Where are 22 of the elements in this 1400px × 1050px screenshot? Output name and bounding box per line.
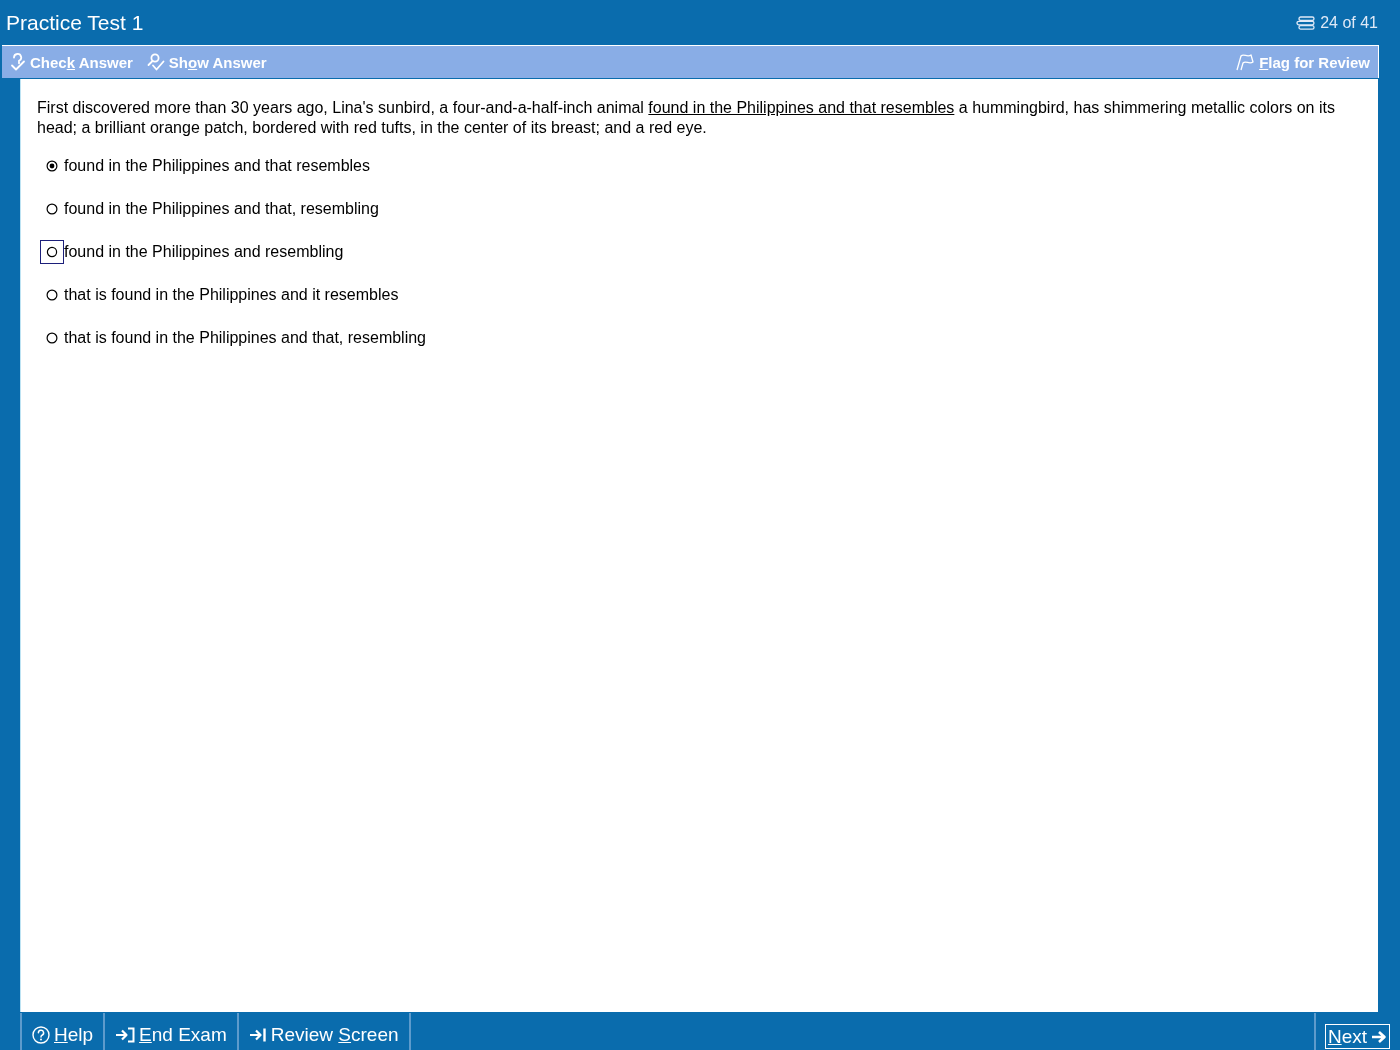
- window-title: Practice Test 1: [6, 10, 144, 35]
- stacked-pages-icon: [1296, 15, 1317, 30]
- question-check-icon: [10, 53, 26, 71]
- answer-option[interactable]: found in the Philippines and that resembles: [40, 154, 370, 178]
- radio-button-icon[interactable]: [46, 160, 58, 172]
- question-passage: First discovered more than 30 years ago, Lina's sunbird, a four-and-a-half-inch animal found in the Philippines and that resembles a hummingbird, has shimmering metallic colors on its head; a brilliant orange patch, bordered with red tufts, in the center of its breast; and a red eye.: [37, 98, 1336, 138]
- magnifier-check-icon: [146, 53, 165, 71]
- answer-option[interactable]: that is found in the Philippines and that, resembling: [40, 326, 426, 350]
- radio-button-icon[interactable]: [46, 332, 58, 344]
- radio-button-icon[interactable]: [40, 240, 64, 264]
- arrow-into-bracket-icon: [115, 1026, 136, 1043]
- flag-icon: [1235, 53, 1256, 71]
- answer-option[interactable]: found in the Philippines and resembling: [40, 240, 344, 264]
- next-button[interactable]: Next: [1324, 1024, 1390, 1049]
- answer-option[interactable]: that is found in the Philippines and it resembles: [40, 283, 399, 307]
- radio-button-icon[interactable]: [46, 203, 58, 215]
- answer-option[interactable]: found in the Philippines and that, resembling: [40, 197, 379, 221]
- arrow-to-bar-icon: [248, 1026, 267, 1043]
- help-icon: [32, 1025, 50, 1044]
- question-counter: 24 of 41: [1320, 13, 1378, 32]
- radio-button-icon[interactable]: [46, 289, 58, 301]
- arrow-right-icon: [1371, 1028, 1387, 1045]
